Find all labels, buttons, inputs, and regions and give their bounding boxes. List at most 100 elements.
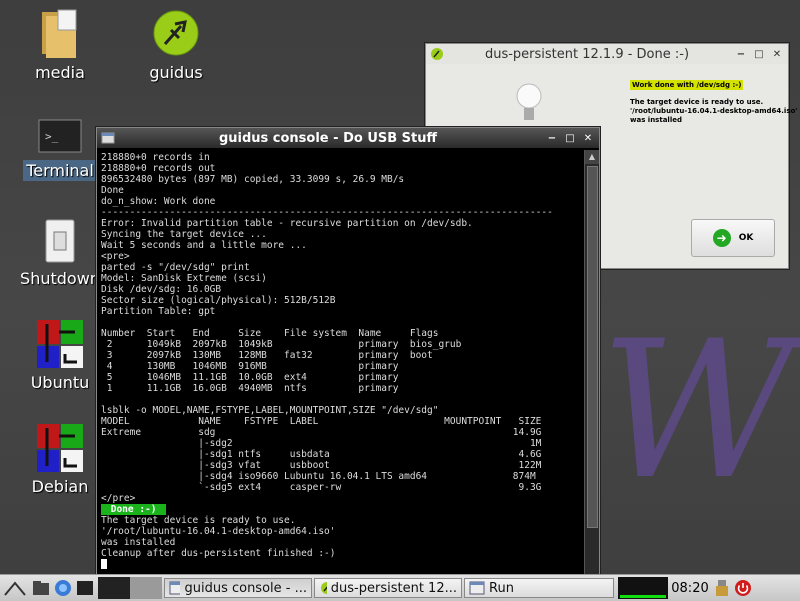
desktop-icon-label: Terminal xyxy=(23,160,97,181)
console-line: 1 11.1GB 16.0GB 4940MB ntfs primary xyxy=(101,383,399,394)
console-titlebar[interactable]: guidus console - Do USB Stuff − □ ✕ xyxy=(97,128,599,148)
taskbar: guidus console - ... dus-persistent 12..… xyxy=(0,574,800,601)
done-message: The target device is ready to use. '/roo… xyxy=(630,98,798,124)
console-output[interactable]: 218880+0 records in 218880+0 records out 8… xyxy=(97,150,583,575)
console-line: MODEL NAME FSTYPE LABEL MOUNTPOINT SIZE xyxy=(101,416,542,427)
minimize-icon[interactable]: − xyxy=(545,131,559,145)
cpu-monitor xyxy=(618,577,668,599)
console-line: Disk /dev/sdg: 16.0GB xyxy=(101,284,222,295)
ok-button[interactable]: ➜ OK xyxy=(691,219,775,257)
lightbulb-icon xyxy=(516,83,542,120)
dus-titlebar[interactable]: dus-persistent 12.1.9 - Done :-) − □ ✕ xyxy=(426,44,788,64)
maximize-icon[interactable]: □ xyxy=(563,131,577,145)
guidus-logo-icon xyxy=(153,10,199,56)
console-line: |-sdg2 1M xyxy=(101,438,542,449)
console-line: 4 130MB 1046MB 916MB primary xyxy=(101,361,399,372)
console-line: <pre> xyxy=(101,251,130,262)
console-line: `-sdg5 ext4 casper-rw 9.3G xyxy=(101,482,542,493)
guidus-logo-icon xyxy=(321,582,327,594)
console-lines: 218880+0 records in 218880+0 records out 8… xyxy=(101,152,583,504)
task-label: Run xyxy=(489,580,514,596)
window-menu-icon[interactable] xyxy=(101,132,115,144)
desktop-icon-label: Ubuntu xyxy=(30,373,90,392)
console-line: was installed xyxy=(101,537,176,548)
svg-text:>_: >_ xyxy=(45,130,59,143)
power-icon[interactable] xyxy=(732,577,754,599)
window-icon xyxy=(469,581,485,595)
console-line: Error: Invalid partition table - recursi… xyxy=(101,218,473,229)
console-line: 896532480 bytes (897 MB) copied, 33.3099… xyxy=(101,174,405,185)
task-label: dus-persistent 12... xyxy=(330,580,457,596)
taskbar-task-dus-persistent[interactable]: dus-persistent 12... xyxy=(314,578,462,598)
console-line: Done :-) xyxy=(101,504,583,515)
desktop-icon-guidus[interactable]: guidus xyxy=(131,8,221,83)
usb-drive-icon[interactable] xyxy=(712,577,732,599)
file-manager-icon[interactable] xyxy=(30,577,52,599)
console-line: lsblk -o MODEL,NAME,FSTYPE,LABEL,MOUNTPO… xyxy=(101,405,439,416)
console-line: Number Start End Size File system Name F… xyxy=(101,328,439,339)
terminal-icon: >_ xyxy=(38,119,82,153)
minimize-icon[interactable]: − xyxy=(734,47,748,61)
console-line: Cleanup after dus-persistent finished :-… xyxy=(101,548,336,559)
close-icon[interactable]: ✕ xyxy=(581,131,595,145)
console-line: 218880+0 records in xyxy=(101,152,210,163)
close-icon[interactable]: ✕ xyxy=(770,47,784,61)
power-switch-icon xyxy=(45,219,75,263)
console-line: 218880+0 records out xyxy=(101,163,216,174)
desktop-icon-ubuntu[interactable]: Ubuntu xyxy=(15,318,105,393)
console-line: Sector size (logical/physical): 512B/512… xyxy=(101,295,336,306)
desktop-icon-debian[interactable]: Debian xyxy=(15,422,105,497)
wallpaper-art: W xyxy=(600,300,795,521)
console-window: guidus console - Do USB Stuff − □ ✕ 2188… xyxy=(96,127,600,576)
taskbar-task-run[interactable]: Run xyxy=(464,578,614,598)
console-line: |-sdg1 ntfs usbdata 4.6G xyxy=(101,449,542,460)
console-cursor-line xyxy=(101,559,583,570)
console-line: |-sdg4 iso9660 Lubuntu 16.04.1 LTS amd64… xyxy=(101,471,536,482)
console-after-lines: The target device is ready to use. '/root… xyxy=(101,515,583,559)
desktop-icon-media[interactable]: media xyxy=(15,8,105,83)
console-line: Model: SanDisk Extreme (scsi) xyxy=(101,273,267,284)
console-line: |-sdg3 vfat usbboot 122M xyxy=(101,460,542,471)
console-line: 5 1046MB 11.1GB 10.0GB ext4 primary xyxy=(101,372,399,383)
console-line: parted -s "/dev/sdg" print xyxy=(101,262,250,273)
console-line: Syncing the target device ... xyxy=(101,229,267,240)
console-line: Wait 5 seconds and a little more ... xyxy=(101,240,307,251)
console-line: Done xyxy=(101,185,124,196)
console-line: Partition Table: gpt xyxy=(101,306,216,317)
ubuntu-grid-icon xyxy=(37,320,83,368)
desktop-icon-label: Shutdown xyxy=(20,269,100,288)
console-line: 2 1049kB 2097kB 1049kB primary bios_grub xyxy=(101,339,462,350)
work-done-label: Work done with /dev/sdg :-) xyxy=(630,80,744,90)
console-line: do_n_show: Work done xyxy=(101,196,216,207)
ok-label: OK xyxy=(738,233,754,243)
desktop-icon-terminal[interactable]: >_ Terminal xyxy=(15,118,105,181)
console-line: ----------------------------------------… xyxy=(101,207,553,218)
text-cursor xyxy=(101,559,107,569)
clock[interactable]: 08:20 xyxy=(668,577,712,599)
desktop-icon-shutdown[interactable]: Shutdown xyxy=(15,218,105,289)
arrow-right-icon: ➜ xyxy=(712,229,731,247)
window-icon xyxy=(169,581,181,595)
console-line: The target device is ready to use. xyxy=(101,515,296,526)
debian-grid-icon xyxy=(37,424,83,472)
start-menu-icon[interactable] xyxy=(0,577,30,599)
workspace-1[interactable] xyxy=(98,577,130,599)
terminal-launcher-icon[interactable] xyxy=(74,577,96,599)
scroll-up-icon[interactable]: ▲ xyxy=(585,150,599,164)
maximize-icon[interactable]: □ xyxy=(752,47,766,61)
console-line: </pre> xyxy=(101,493,136,504)
console-line: 3 2097kB 130MB 128MB fat32 primary boot xyxy=(101,350,433,361)
browser-icon[interactable] xyxy=(52,577,74,599)
desktop-icon-label: guidus xyxy=(149,63,203,82)
console-line: Extreme sdg 14.9G xyxy=(101,427,542,438)
guidus-logo-icon xyxy=(431,48,443,60)
scroll-thumb[interactable] xyxy=(587,166,598,528)
window-title: guidus console - Do USB Stuff xyxy=(218,130,438,146)
desktop-icon-label: media xyxy=(35,63,85,82)
taskbar-task-console[interactable]: guidus console - ... xyxy=(164,578,312,598)
task-label: guidus console - ... xyxy=(184,580,307,596)
console-scrollbar[interactable]: ▲ xyxy=(584,150,599,575)
workspace-2[interactable] xyxy=(130,577,162,599)
